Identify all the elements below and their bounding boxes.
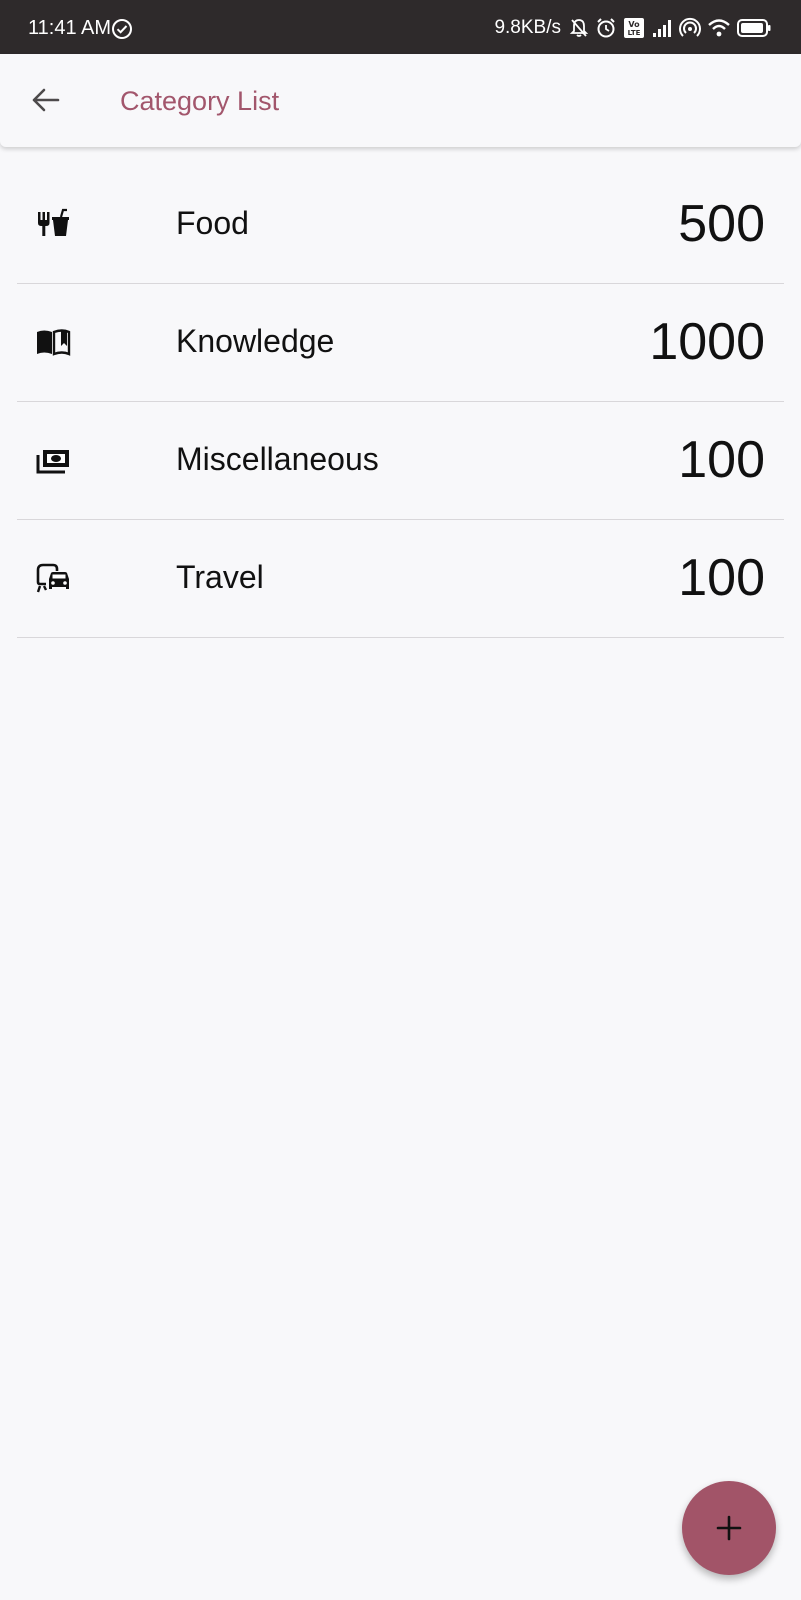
back-button[interactable] xyxy=(28,82,64,118)
category-amount: 100 xyxy=(678,549,765,607)
category-list: Food 500 Knowledge 1000 Miscellaneous 10… xyxy=(17,166,784,638)
status-bar: 11:41 AM 9.8KB/s Vo LTE xyxy=(0,0,801,54)
hotspot-icon xyxy=(679,17,701,39)
add-category-button[interactable] xyxy=(682,1481,776,1575)
battery-icon xyxy=(737,17,771,39)
svg-text:Vo: Vo xyxy=(628,20,640,29)
status-indicators: 9.8KB/s Vo LTE xyxy=(494,14,771,42)
category-amount: 1000 xyxy=(649,313,765,371)
plus-icon xyxy=(715,1514,743,1542)
status-time: 11:41 AM xyxy=(28,17,112,39)
category-row-food[interactable]: Food 500 xyxy=(17,166,784,284)
category-row-travel[interactable]: Travel 100 xyxy=(17,520,784,638)
category-name: Knowledge xyxy=(176,323,335,359)
category-amount: 500 xyxy=(678,195,765,253)
money-icon xyxy=(35,442,71,478)
volte-icon: Vo LTE xyxy=(623,17,645,39)
wifi-icon xyxy=(707,17,731,39)
category-row-knowledge[interactable]: Knowledge 1000 xyxy=(17,284,784,402)
category-name: Miscellaneous xyxy=(176,441,379,477)
check-circle-icon xyxy=(111,18,133,40)
book-open-icon xyxy=(35,324,71,360)
network-speed: 9.8KB/s xyxy=(494,17,561,38)
commute-icon xyxy=(35,560,71,596)
fastfood-icon xyxy=(35,206,71,242)
alarm-icon xyxy=(595,17,617,39)
svg-text:LTE: LTE xyxy=(628,29,641,37)
signal-icon xyxy=(651,17,673,39)
app-bar: Category List xyxy=(0,54,801,147)
page-title: Category List xyxy=(120,86,280,116)
bell-off-icon xyxy=(569,17,589,39)
arrow-left-icon xyxy=(28,88,64,122)
category-name: Travel xyxy=(176,559,264,595)
category-name: Food xyxy=(176,205,249,241)
category-amount: 100 xyxy=(678,431,765,489)
category-row-miscellaneous[interactable]: Miscellaneous 100 xyxy=(17,402,784,520)
